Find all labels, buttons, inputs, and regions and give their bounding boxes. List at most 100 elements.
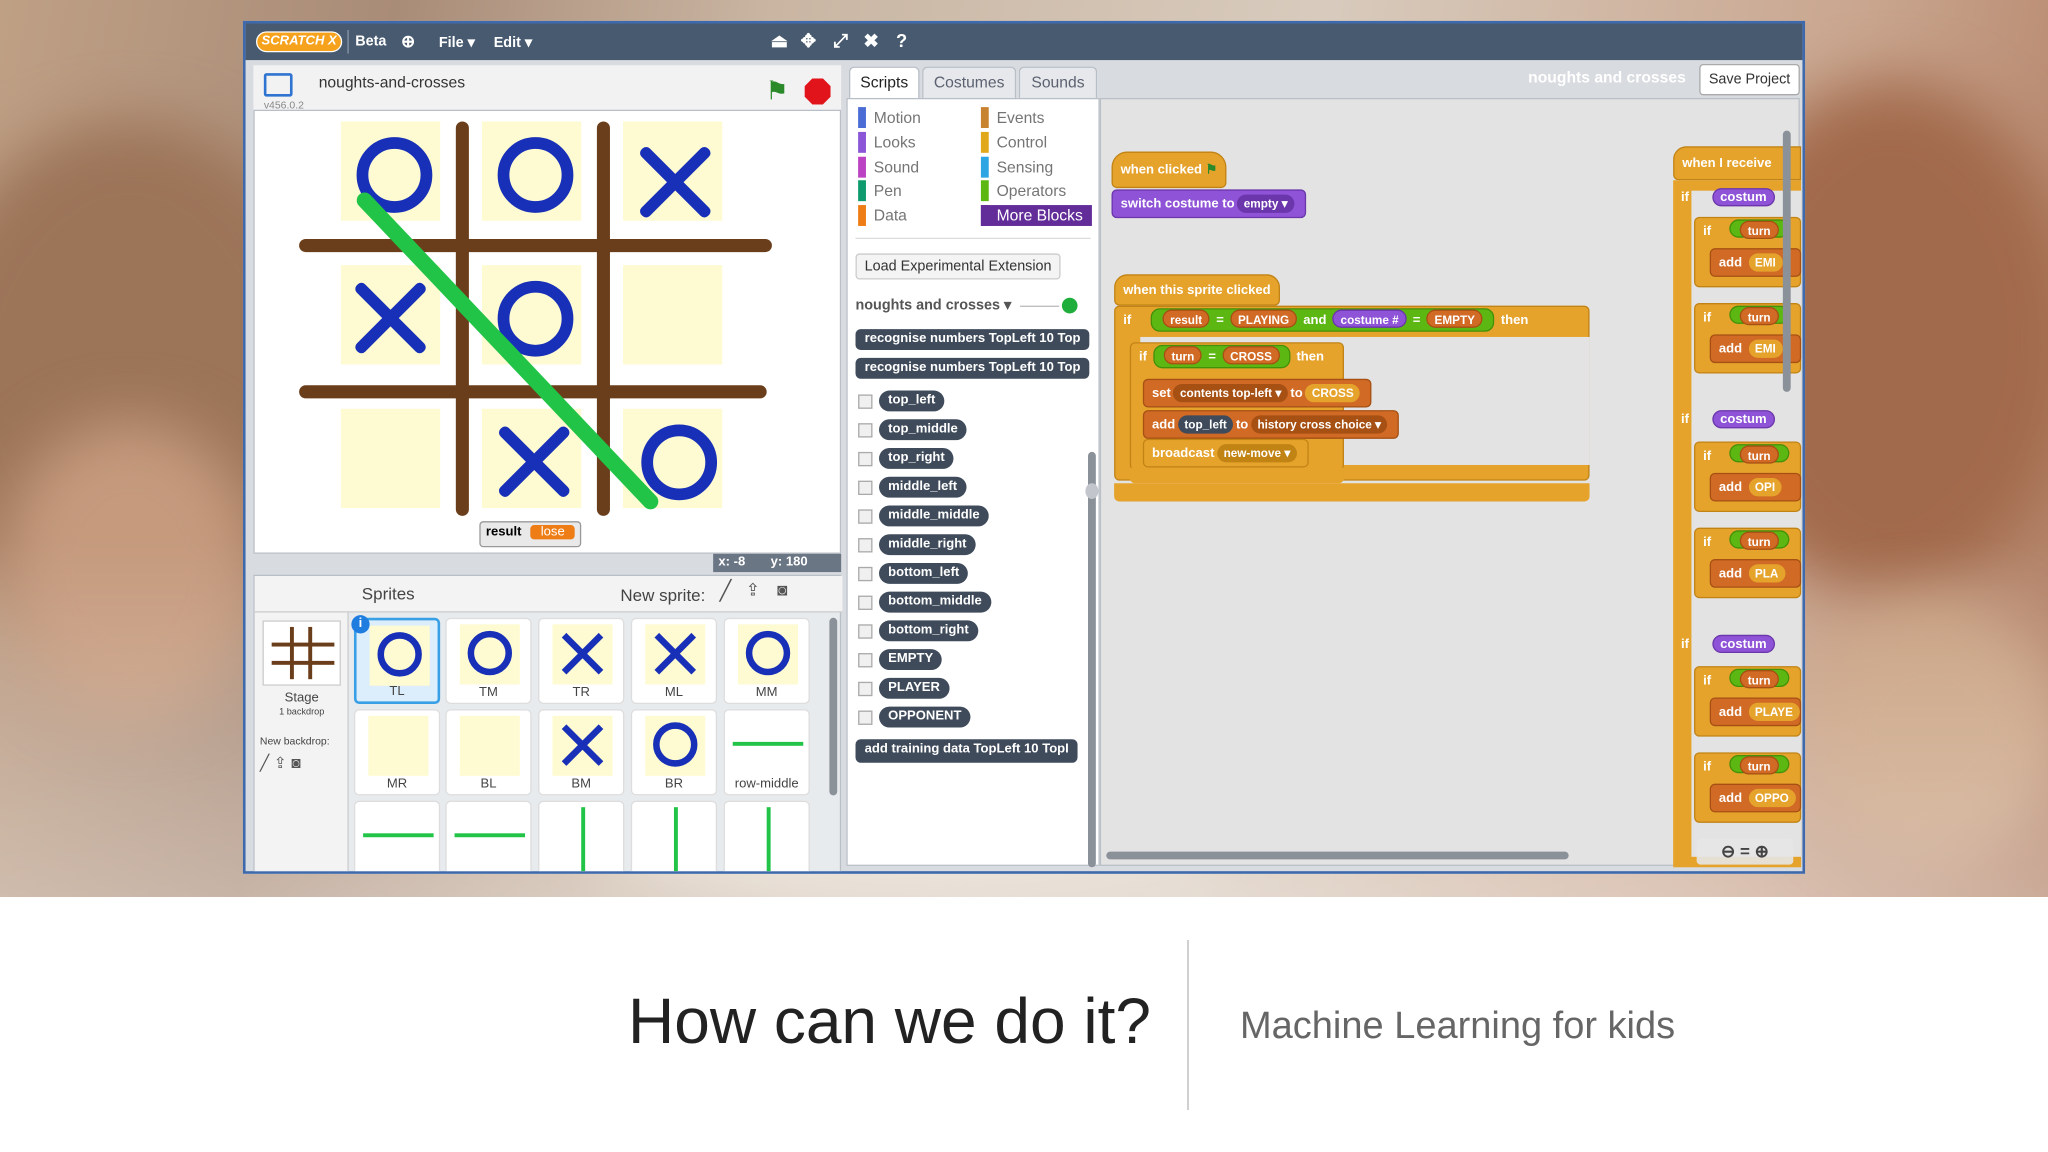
var-middle-left[interactable]: middle_left xyxy=(879,476,967,498)
sprite-mr[interactable]: MR xyxy=(353,709,441,796)
sprite-line[interactable] xyxy=(445,800,532,872)
category-looks[interactable]: Looks xyxy=(858,131,969,153)
sprite-row-middle[interactable]: row-middle xyxy=(723,709,810,796)
var-middle-middle[interactable]: middle_middle xyxy=(879,505,989,527)
project-title[interactable]: noughts and crosses xyxy=(1528,68,1686,86)
scripts-hscrollbar[interactable] xyxy=(1106,851,1569,860)
var-bottom-left[interactable]: bottom_left xyxy=(879,562,969,584)
add-block[interactable]: add PLA xyxy=(1709,559,1802,588)
save-project-button[interactable]: Save Project xyxy=(1699,63,1800,96)
zoom-out-icon[interactable]: ⊖ xyxy=(1721,841,1735,861)
result-monitor[interactable]: result lose xyxy=(479,521,582,548)
category-more-blocks[interactable]: More Blocks xyxy=(980,205,1092,226)
sprite-ml[interactable]: ML xyxy=(630,617,718,704)
category-events[interactable]: Events xyxy=(980,107,1092,128)
var-bottom-right[interactable]: bottom_right xyxy=(879,620,978,642)
slide-subtitle: Machine Learning for kids xyxy=(1240,1005,1676,1047)
scripts-area[interactable]: when clicked ⚑ switch costume to empty ▾ … xyxy=(1085,97,1802,868)
add-block[interactable]: add PLAYE xyxy=(1709,697,1802,727)
result-value: lose xyxy=(530,525,576,540)
file-menu[interactable]: File ▾ xyxy=(439,34,475,51)
set-block[interactable]: set contents top-left ▾ to CROSS xyxy=(1142,378,1372,408)
info-icon[interactable]: i xyxy=(351,615,370,634)
zoom-reset-icon[interactable]: = xyxy=(1740,841,1750,861)
category-control[interactable]: Control xyxy=(980,131,1092,153)
recognise-block[interactable]: recognise numbers TopLeft 10 Top xyxy=(855,357,1090,379)
var-top-right[interactable]: top_right xyxy=(879,447,954,469)
sprite-line[interactable] xyxy=(353,800,441,872)
var-empty[interactable]: EMPTY xyxy=(879,649,943,671)
new-sprite-label: New sprite: xyxy=(620,585,706,605)
sprite-tm[interactable]: TM xyxy=(445,617,532,704)
sprite-tl[interactable]: TL i xyxy=(351,615,441,704)
stage-backdrop-count: 1 backdrop xyxy=(279,707,325,718)
category-motion[interactable]: Motion xyxy=(858,107,969,128)
add-training-data-block[interactable]: add training data TopLeft 10 TopI xyxy=(855,739,1078,763)
category-data[interactable]: Data xyxy=(858,205,969,226)
category-sensing[interactable]: Sensing xyxy=(980,156,1092,178)
category-pen[interactable]: Pen xyxy=(858,180,969,202)
var-player[interactable]: PLAYER xyxy=(879,677,950,699)
x-coordinate: x: -8 xyxy=(718,555,746,570)
fullscreen-icon[interactable] xyxy=(263,73,293,97)
stage-canvas[interactable]: result lose xyxy=(253,109,842,554)
edit-menu[interactable]: Edit ▾ xyxy=(494,34,532,51)
sprites-scrollbar[interactable] xyxy=(829,617,838,796)
sprite-mm[interactable]: MM xyxy=(723,617,810,704)
help-icon[interactable]: ? xyxy=(896,30,907,51)
tab-costumes[interactable]: Costumes xyxy=(922,66,1017,98)
shrink-icon[interactable]: ✖ xyxy=(863,30,878,52)
slide-title: How can we do it? xyxy=(628,985,1151,1057)
tab-scripts[interactable]: Scripts xyxy=(848,66,920,98)
grow-icon[interactable]: ⤢ xyxy=(833,30,848,52)
divider xyxy=(1187,940,1189,1110)
load-extension-button[interactable]: Load Experimental Extension xyxy=(855,253,1061,280)
category-operators[interactable]: Operators xyxy=(980,180,1092,202)
scripts-vscrollbar[interactable] xyxy=(1782,130,1791,392)
scratchx-logo[interactable]: SCRATCH X xyxy=(255,31,343,53)
stage-header: v456.0.2 noughts-and-crosses ⚑ xyxy=(253,65,842,113)
sprite-bl[interactable]: BL xyxy=(445,709,532,796)
tab-sounds[interactable]: Sounds xyxy=(1018,66,1098,98)
zoom-in-icon[interactable]: ⊕ xyxy=(1755,841,1769,861)
when-flag-clicked-hat[interactable]: when clicked ⚑ xyxy=(1111,151,1227,189)
broadcast-block[interactable]: broadcast new-move ▾ xyxy=(1142,438,1309,468)
sprite-tr[interactable]: TR xyxy=(538,617,625,704)
menu-bar: SCRATCH X Beta ⊕ File ▾ Edit ▾ ⏏ ✥ ⤢ ✖ ? xyxy=(245,23,1803,61)
palette-scrollbar[interactable] xyxy=(1087,451,1096,868)
category-sound[interactable]: Sound xyxy=(858,156,969,178)
sprite-line[interactable] xyxy=(723,800,810,872)
var-middle-right[interactable]: middle_right xyxy=(879,534,976,556)
stop-sign-icon[interactable] xyxy=(804,78,831,105)
sprite-br[interactable]: BR xyxy=(630,709,718,796)
upload-sprite-icon[interactable]: ⇪ xyxy=(746,580,760,601)
green-flag-icon[interactable]: ⚑ xyxy=(765,74,788,107)
switch-costume-block[interactable]: switch costume to empty ▾ xyxy=(1111,189,1306,219)
globe-icon[interactable]: ⊕ xyxy=(401,31,415,52)
paint-sprite-icon[interactable]: ╱ xyxy=(720,579,732,602)
camera-icon[interactable]: ◙ xyxy=(777,580,787,600)
paint-backdrop-icon[interactable]: ╱ ⇪ ◙ xyxy=(260,754,301,772)
cut-icon[interactable]: ✥ xyxy=(801,30,816,52)
var-opponent[interactable]: OPPONENT xyxy=(879,706,971,728)
green-flag-icon: ⚑ xyxy=(1205,163,1218,178)
new-backdrop-label: New backdrop: xyxy=(259,735,330,748)
sprite-bm[interactable]: BM xyxy=(538,709,625,796)
add-block[interactable]: add OPI xyxy=(1709,472,1802,502)
stage-label: Stage xyxy=(284,690,319,706)
var-top-left[interactable]: top_left xyxy=(879,390,945,412)
duplicate-icon[interactable]: ⏏ xyxy=(771,30,788,52)
sprite-line[interactable] xyxy=(630,800,718,872)
sprite-line[interactable] xyxy=(538,800,625,872)
when-sprite-clicked-hat[interactable]: when this sprite clicked xyxy=(1114,274,1280,306)
extension-name[interactable]: noughts and crosses ▾ xyxy=(856,296,1012,314)
sprites-pane: Sprites New sprite: ╱ ⇪ ◙ Stage 1 backdr… xyxy=(253,574,843,872)
scratch-window: SCRATCH X Beta ⊕ File ▾ Edit ▾ ⏏ ✥ ⤢ ✖ ?… xyxy=(242,20,1806,874)
var-bottom-middle[interactable]: bottom_middle xyxy=(879,591,991,613)
var-top-middle[interactable]: top_middle xyxy=(879,419,967,441)
add-block[interactable]: add OPPO xyxy=(1709,783,1802,813)
add-history-block[interactable]: add top_left to history cross choice ▾ xyxy=(1142,410,1400,439)
block-palette: Motion Looks Sound Pen Data Events Contr… xyxy=(846,97,1100,868)
recognise-block[interactable]: recognise numbers TopLeft 10 Top xyxy=(855,329,1090,351)
stage-thumbnail[interactable] xyxy=(262,620,341,686)
